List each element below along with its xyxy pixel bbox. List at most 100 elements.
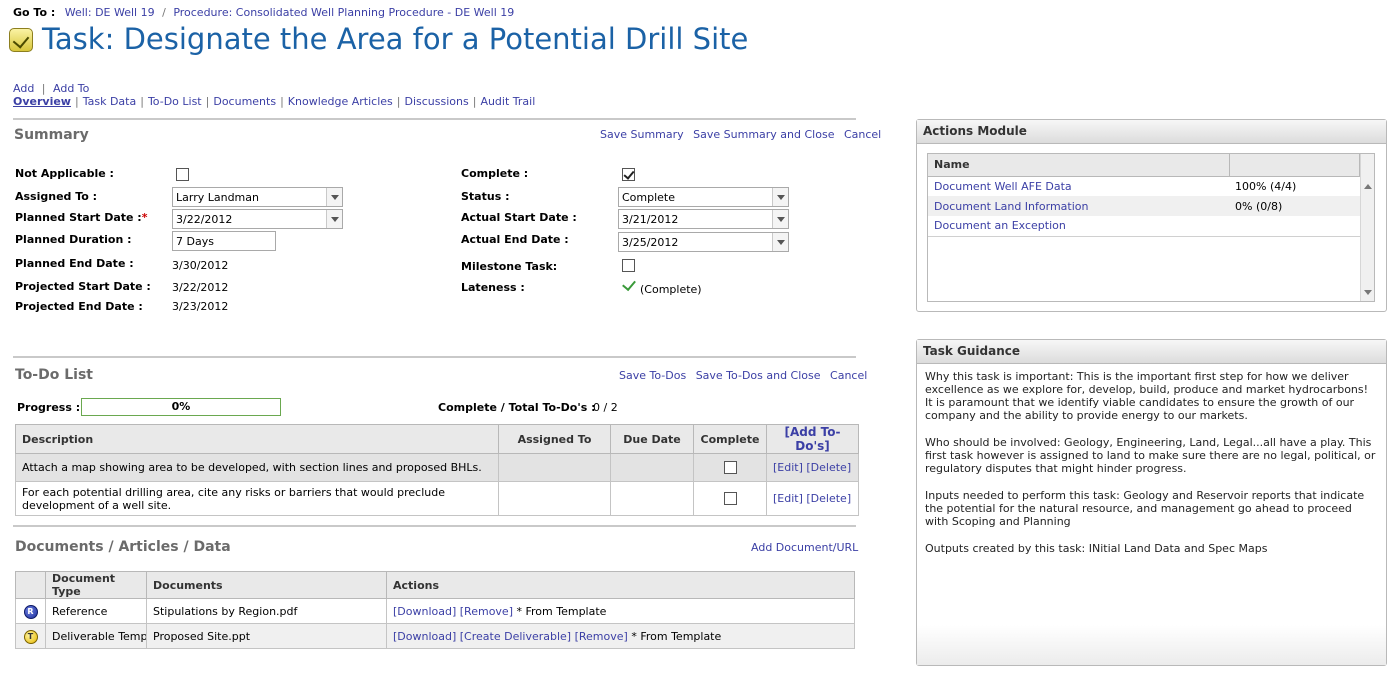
guidance-inputs: Inputs needed to perform this task: Geol… bbox=[925, 489, 1365, 528]
tab-overview[interactable]: Overview bbox=[13, 95, 71, 108]
required-marker: * bbox=[141, 211, 148, 224]
planned-end-value: 3/30/2012 bbox=[172, 259, 229, 272]
chevron-down-icon[interactable] bbox=[326, 210, 342, 228]
add-document-button[interactable]: Add Document/URL bbox=[751, 541, 858, 554]
summary-divider bbox=[13, 118, 856, 120]
remove-link[interactable]: [Remove] bbox=[575, 630, 628, 643]
action-progress: 100% (4/4) bbox=[1235, 179, 1297, 193]
breadcrumb-well-link[interactable]: Well: DE Well 19 bbox=[65, 6, 155, 19]
column-progress bbox=[1228, 154, 1360, 177]
tab-documents[interactable]: Documents bbox=[213, 95, 276, 108]
assigned-to-value: Larry Landman bbox=[176, 191, 259, 204]
documents-table: Document Type Documents Actions R Refere… bbox=[15, 571, 855, 649]
todo-edit-link[interactable]: [Edit] bbox=[773, 461, 803, 474]
summary-cancel-button[interactable]: Cancel bbox=[844, 128, 881, 141]
status-label: Status : bbox=[461, 190, 510, 203]
save-todos-button[interactable]: Save To-Dos bbox=[619, 369, 686, 382]
task-checkbox-icon bbox=[9, 28, 33, 52]
column-description: Description bbox=[15, 424, 499, 454]
breadcrumb-separator: / bbox=[162, 6, 166, 19]
summary-title: Summary bbox=[14, 127, 89, 143]
save-summary-button[interactable]: Save Summary bbox=[600, 128, 684, 141]
table-row: Document Land Information 0% (0/8) bbox=[928, 196, 1360, 216]
todo-complete-checkbox[interactable] bbox=[723, 492, 737, 506]
save-todos-close-button[interactable]: Save To-Dos and Close bbox=[696, 369, 821, 382]
save-summary-close-button[interactable]: Save Summary and Close bbox=[693, 128, 834, 141]
add-link[interactable]: Add bbox=[13, 82, 34, 95]
tab-knowledge-articles[interactable]: Knowledge Articles bbox=[288, 95, 393, 108]
complete-label: Complete : bbox=[461, 167, 529, 180]
actual-start-value: 3/21/2012 bbox=[622, 213, 679, 226]
task-guidance-body: Why this task is important: This is the … bbox=[917, 364, 1386, 624]
todo-due-date bbox=[610, 453, 694, 482]
planned-duration-input[interactable]: 7 Days bbox=[172, 231, 276, 251]
guidance-outputs: Outputs created by this task: INitial La… bbox=[925, 542, 1268, 555]
scroll-up-icon[interactable] bbox=[1364, 184, 1372, 189]
planned-start-value: 3/22/2012 bbox=[176, 213, 233, 226]
todo-edit-link[interactable]: [Edit] bbox=[773, 492, 803, 505]
table-row: Document Well AFE Data 100% (4/4) bbox=[928, 176, 1360, 196]
action-link[interactable]: Document an Exception bbox=[934, 219, 1066, 232]
actual-end-label: Actual End Date : bbox=[461, 233, 569, 246]
tab-todo-list[interactable]: To-Do List bbox=[148, 95, 202, 108]
complete-checkbox[interactable] bbox=[622, 168, 635, 181]
todo-title: To-Do List bbox=[15, 367, 93, 383]
actions-table: Name Document Well AFE Data 100% (4/4) D… bbox=[928, 154, 1360, 237]
milestone-label: Milestone Task: bbox=[461, 260, 558, 273]
lateness-label: Lateness : bbox=[461, 281, 525, 294]
remove-link[interactable]: [Remove] bbox=[460, 605, 513, 618]
chevron-down-icon[interactable] bbox=[772, 188, 788, 206]
download-link[interactable]: [Download] bbox=[393, 605, 456, 618]
actual-end-date-picker[interactable]: 3/25/2012 bbox=[618, 232, 789, 252]
chevron-down-icon[interactable] bbox=[772, 210, 788, 228]
actions-scrollbar[interactable] bbox=[1360, 154, 1374, 301]
actual-start-date-picker[interactable]: 3/21/2012 bbox=[618, 209, 789, 229]
table-row: R Reference Stipulations by Region.pdf [… bbox=[15, 598, 855, 624]
action-link[interactable]: Document Well AFE Data bbox=[934, 180, 1072, 193]
column-complete: Complete bbox=[693, 424, 767, 454]
column-documents: Documents bbox=[146, 571, 387, 599]
actual-start-label: Actual Start Date : bbox=[461, 211, 577, 224]
download-link[interactable]: [Download] bbox=[393, 630, 456, 643]
table-row: For each potential drilling area, cite a… bbox=[15, 481, 859, 516]
nav-tabs: Overview | Task Data | To-Do List | Documents |… bbox=[13, 95, 536, 108]
add-todos-button[interactable]: [Add To-Do's] bbox=[766, 424, 859, 454]
todo-description: For each potential drilling area, cite a… bbox=[15, 481, 499, 516]
chevron-down-icon[interactable] bbox=[772, 233, 788, 251]
status-select[interactable]: Complete bbox=[618, 187, 789, 207]
assigned-to-select[interactable]: Larry Landman bbox=[172, 187, 343, 207]
todo-delete-link[interactable]: [Delete] bbox=[806, 492, 851, 505]
action-progress bbox=[1229, 216, 1360, 237]
task-guidance-panel: Task Guidance Why this task is important… bbox=[916, 339, 1387, 666]
actions-module-grid: Name Document Well AFE Data 100% (4/4) D… bbox=[927, 153, 1375, 302]
projected-start-value: 3/22/2012 bbox=[172, 281, 229, 294]
chevron-down-icon[interactable] bbox=[326, 188, 342, 206]
table-row: Attach a map showing area to be develope… bbox=[15, 453, 859, 482]
tab-task-data[interactable]: Task Data bbox=[83, 95, 137, 108]
planned-start-label: Planned Start Date :* bbox=[15, 211, 148, 224]
create-deliverable-link[interactable]: [Create Deliverable] bbox=[460, 630, 571, 643]
planned-start-date-picker[interactable]: 3/22/2012 bbox=[172, 209, 343, 229]
tab-discussions[interactable]: Discussions bbox=[404, 95, 468, 108]
not-applicable-checkbox[interactable] bbox=[176, 168, 189, 181]
breadcrumb-procedure-link[interactable]: Procedure: Consolidated Well Planning Pr… bbox=[173, 6, 514, 19]
progress-value: 0% bbox=[171, 400, 191, 413]
todo-assigned-to bbox=[498, 481, 611, 516]
planned-end-label: Planned End Date : bbox=[15, 257, 134, 270]
action-link[interactable]: Document Land Information bbox=[934, 200, 1088, 213]
todo-cancel-button[interactable]: Cancel bbox=[830, 369, 867, 382]
template-icon: T bbox=[23, 629, 38, 644]
reference-icon: R bbox=[23, 604, 38, 619]
tab-audit-trail[interactable]: Audit Trail bbox=[480, 95, 535, 108]
add-to-link[interactable]: Add To bbox=[53, 82, 89, 95]
todo-complete-checkbox[interactable] bbox=[723, 461, 737, 475]
document-type: Deliverable Template bbox=[45, 623, 147, 649]
todo-delete-link[interactable]: [Delete] bbox=[806, 461, 851, 474]
scroll-down-icon[interactable] bbox=[1364, 290, 1372, 295]
breadcrumb: Go To : Well: DE Well 19 / Procedure: Co… bbox=[13, 6, 514, 19]
not-applicable-label: Not Applicable : bbox=[15, 167, 114, 180]
guidance-involvement: Who should be involved: Geology, Enginee… bbox=[925, 436, 1376, 475]
table-row: Document an Exception bbox=[928, 216, 1360, 237]
document-type: Reference bbox=[45, 598, 147, 624]
milestone-checkbox[interactable] bbox=[622, 259, 635, 272]
